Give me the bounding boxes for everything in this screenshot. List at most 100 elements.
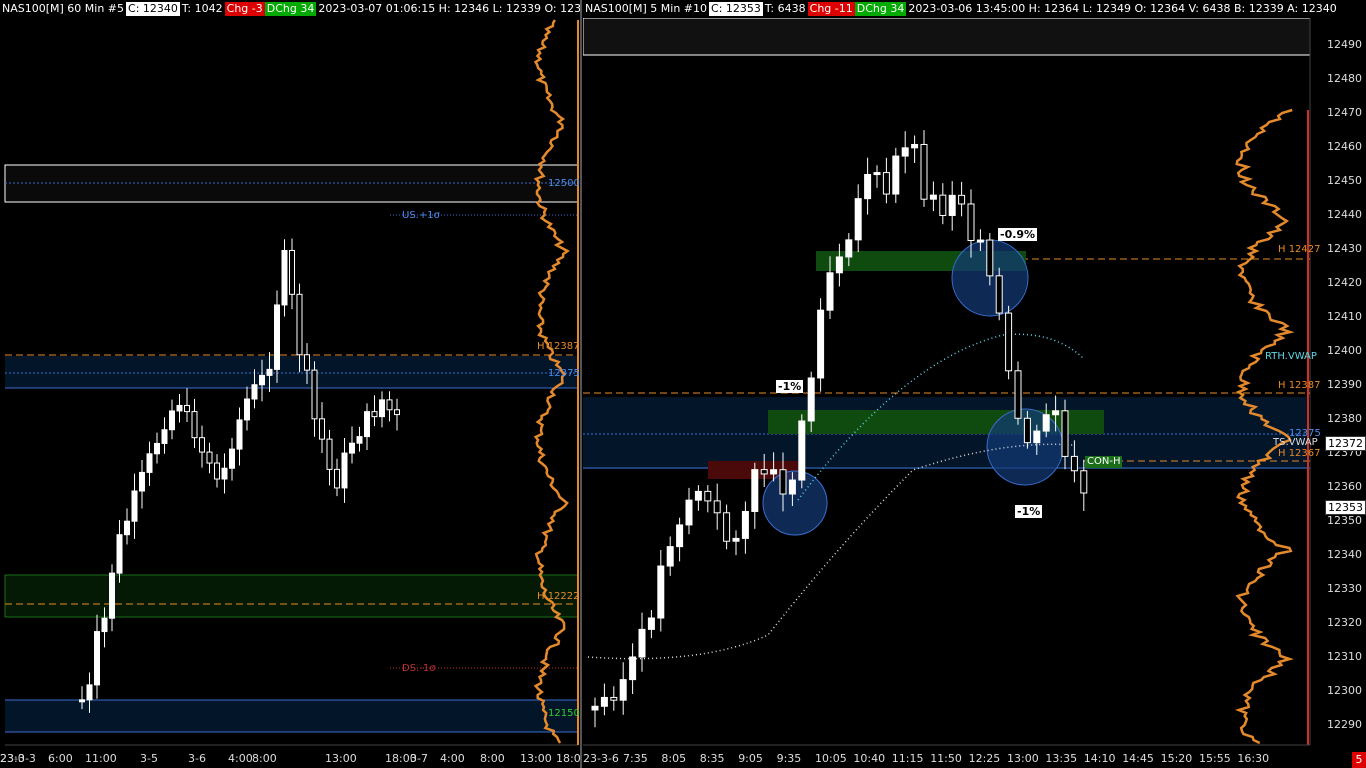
pct-note-2: -1% xyxy=(776,380,804,393)
candle xyxy=(386,399,393,411)
candle xyxy=(892,155,900,195)
con-high-label: CON-H xyxy=(1085,456,1123,468)
time-tick: 9:05 xyxy=(738,752,763,765)
price-tick: 12310 xyxy=(1327,650,1362,663)
change-badge: Chg -3 xyxy=(224,2,265,16)
us1-label: US.+1σ xyxy=(402,210,440,221)
high-label-12387: H 12387 xyxy=(1278,380,1321,391)
time-tick: 3-6 xyxy=(188,752,206,765)
candle xyxy=(176,404,183,412)
high-label-12367: H 12367 xyxy=(1278,448,1321,459)
candle xyxy=(214,462,220,480)
top-zone xyxy=(583,17,1311,56)
time-tick: 8:00 xyxy=(252,752,277,765)
price-tick: 12460 xyxy=(1327,140,1362,153)
price-tick: 12350 xyxy=(1327,514,1362,527)
time-tick: 8:35 xyxy=(699,752,725,765)
value-area-low xyxy=(5,700,578,732)
close-value: C: 12353 xyxy=(709,2,763,16)
rth-vwap-label: RTH.VWAP xyxy=(1265,351,1317,362)
candle xyxy=(1052,410,1060,416)
time-tick: 18:00 xyxy=(556,752,581,765)
high-label-12387: H 12387 xyxy=(537,341,580,352)
chart-panel-60min[interactable]: NAS100[M] 60 Min #5 C: 12340 T: 1042 Chg… xyxy=(0,0,582,768)
candle xyxy=(304,354,310,371)
candle xyxy=(713,500,721,514)
candle xyxy=(835,256,843,274)
price-tick: 12340 xyxy=(1327,548,1362,561)
candle xyxy=(364,411,370,438)
time-tick: 10:05 xyxy=(815,752,847,765)
candle xyxy=(311,369,318,420)
candle xyxy=(751,469,759,512)
candle xyxy=(1005,312,1013,372)
time-tick: 11:15 xyxy=(891,752,924,765)
candle xyxy=(995,275,1003,314)
symbol-label: NAS100[M] 5 Min #10 xyxy=(585,2,708,15)
candle xyxy=(741,510,749,539)
candle xyxy=(760,469,768,475)
current-price-tag: 12353 xyxy=(1325,500,1366,515)
time-tick: 13:00 xyxy=(325,752,357,765)
price-tick: 12360 xyxy=(1327,480,1362,493)
time-tick: 23-3-6 xyxy=(583,752,619,765)
candle xyxy=(854,198,862,241)
candle xyxy=(379,399,385,418)
time-tick: 15:55 xyxy=(1199,752,1231,765)
candle xyxy=(326,438,333,470)
candle xyxy=(244,398,250,421)
price-chart-60min[interactable] xyxy=(0,0,580,768)
candle xyxy=(929,194,937,200)
candle xyxy=(610,696,618,701)
time-tick: 13:35 xyxy=(1045,752,1078,765)
candle xyxy=(109,572,115,619)
change-badge: Chg -11 xyxy=(807,2,855,16)
candle xyxy=(638,628,646,658)
alert-count-badge[interactable]: 5 xyxy=(1352,752,1366,768)
chart-panel-5min[interactable]: NAS100[M] 5 Min #10 C: 12353 T: 6438 Chg… xyxy=(583,0,1366,768)
candle xyxy=(116,534,123,574)
price-tick: 12300 xyxy=(1327,684,1362,697)
candle xyxy=(920,143,928,200)
price-tick: 12330 xyxy=(1327,582,1362,595)
chart-header: NAS100[M] 5 Min #10 C: 12353 T: 6438 Chg… xyxy=(583,0,1339,18)
close-value: C: 12340 xyxy=(126,2,180,16)
trades-value: T: 6438 xyxy=(764,2,806,15)
candle xyxy=(371,411,378,418)
candle xyxy=(131,490,138,522)
symbol-label: NAS100[M] 60 Min #5 xyxy=(2,2,125,15)
daily-change-badge: DChg 34 xyxy=(854,2,907,16)
candle xyxy=(199,437,205,453)
time-tick: 23:0 xyxy=(0,752,25,765)
candle xyxy=(704,490,712,502)
price-tick: 12390 xyxy=(1327,378,1362,391)
candle xyxy=(807,377,815,422)
candle xyxy=(221,467,228,480)
candle xyxy=(79,699,85,703)
candle xyxy=(184,404,190,413)
candle xyxy=(251,384,258,400)
candle xyxy=(296,293,303,356)
high-label-12427: H 12427 xyxy=(1278,244,1321,255)
candle xyxy=(629,656,637,681)
price-chart-5min[interactable] xyxy=(583,0,1366,768)
time-tick: 11:50 xyxy=(930,752,962,765)
price-tick: 12440 xyxy=(1327,208,1362,221)
time-tick: 13:00 xyxy=(1007,752,1039,765)
chart-header: NAS100[M] 60 Min #5 C: 12340 T: 1042 Chg… xyxy=(0,0,580,18)
time-tick: 12:25 xyxy=(968,752,1001,765)
candle xyxy=(647,617,655,630)
candle xyxy=(619,679,627,701)
candle xyxy=(1080,470,1088,494)
candle xyxy=(826,272,834,311)
candle xyxy=(779,469,787,495)
candle xyxy=(591,705,599,711)
pct-note-3: -1% xyxy=(1015,505,1043,518)
time-tick: 8:00 xyxy=(480,752,505,765)
level-label-12375: 12375 xyxy=(548,368,580,379)
candle xyxy=(873,172,881,176)
candle xyxy=(798,420,806,481)
candle xyxy=(685,499,693,526)
candle xyxy=(1042,414,1050,432)
time-tick: 3-7 xyxy=(410,752,428,765)
